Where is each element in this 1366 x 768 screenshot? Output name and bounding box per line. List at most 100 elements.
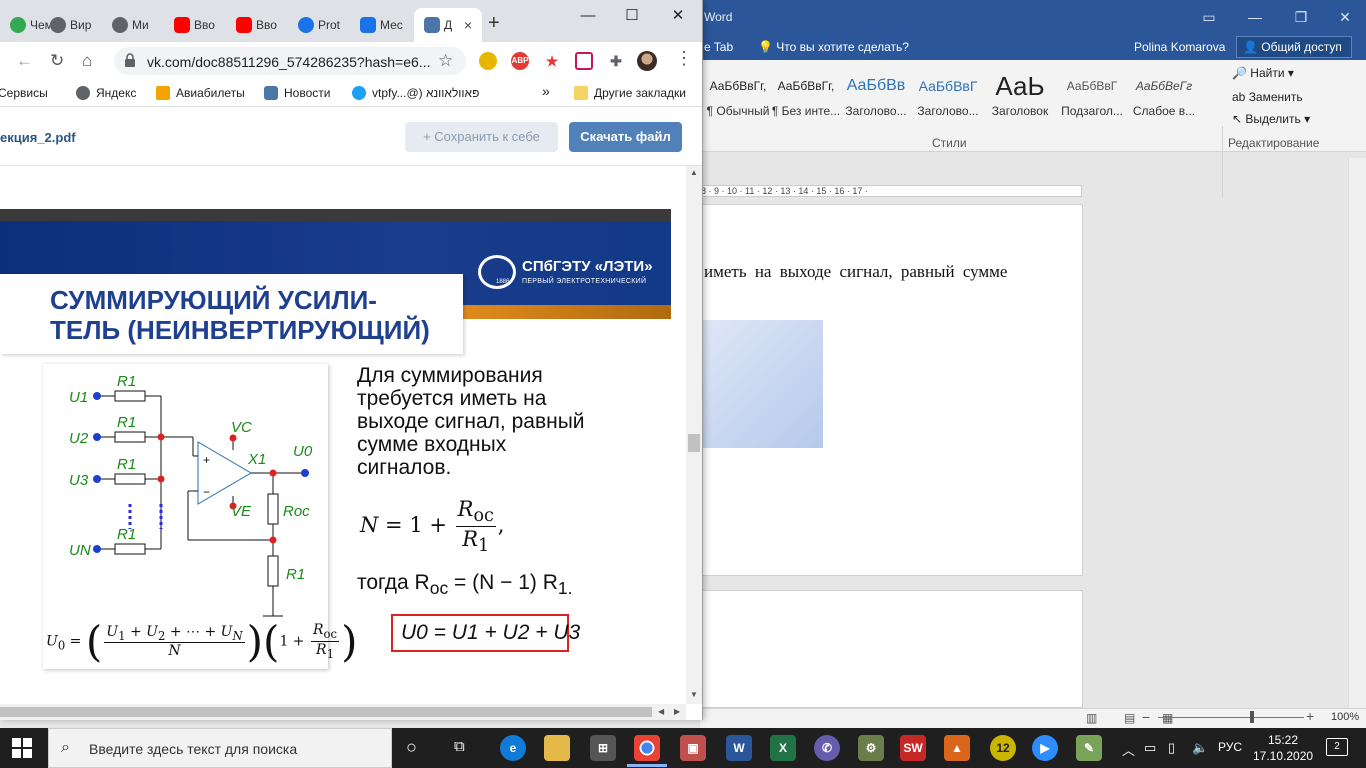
- scroll-right-icon[interactable]: ▶: [674, 707, 680, 716]
- notification-center-icon[interactable]: 2: [1326, 738, 1348, 756]
- word-document-text[interactable]: иметь на выходе сигнал, равный сумме: [704, 262, 1007, 282]
- style-tile-normal[interactable]: АаБбВвГг, ¶ Обычный: [702, 68, 774, 126]
- style-tile-subtle[interactable]: АаБбВеГг Слабое в...: [1128, 68, 1200, 126]
- browser-tab[interactable]: Вир: [40, 8, 102, 42]
- scroll-left-icon[interactable]: ◀: [658, 707, 664, 716]
- viewer-vertical-scrollbar[interactable]: ▲ ▼: [686, 166, 702, 704]
- word-restore-icon[interactable]: ❐: [1278, 6, 1324, 28]
- browser-tab[interactable]: Вво: [164, 8, 226, 42]
- bookmark-news[interactable]: Новости: [264, 86, 330, 100]
- other-bookmarks-folder[interactable]: Другие закладки: [574, 86, 686, 100]
- word-ruler[interactable]: 8 · 9 · 10 · 11 · 12 · 13 · 14 · 15 · 16…: [700, 185, 1082, 197]
- bookmark-avia[interactable]: Авиабилеты: [156, 86, 245, 100]
- app-icon[interactable]: ⚙: [858, 735, 884, 761]
- browser-tab[interactable]: Ми: [102, 8, 164, 42]
- scroll-up-icon[interactable]: ▲: [690, 168, 698, 177]
- reload-icon[interactable]: ↻: [50, 51, 64, 71]
- file-explorer-icon[interactable]: [544, 735, 570, 761]
- share-button[interactable]: 👤 Общий доступ: [1236, 36, 1352, 58]
- save-to-profile-button[interactable]: + Сохранить к себе: [405, 122, 558, 152]
- zoom-slider[interactable]: [1158, 717, 1304, 718]
- word-ribbon-tab[interactable]: e Tab: [704, 40, 733, 54]
- new-tab-button[interactable]: +: [488, 12, 500, 35]
- chrome-icon[interactable]: [634, 735, 660, 761]
- lock-icon[interactable]: [124, 53, 136, 67]
- word-user-name[interactable]: Polina Komarova: [1134, 40, 1225, 54]
- cortana-icon[interactable]: ○: [406, 737, 417, 758]
- scrollbar-thumb[interactable]: [0, 707, 652, 717]
- chrome-menu-icon[interactable]: ⋮: [675, 48, 693, 69]
- zoom-in-icon[interactable]: +: [1306, 708, 1314, 724]
- word-vertical-scrollbar[interactable]: [1348, 158, 1366, 708]
- browser-tab[interactable]: Prot: [288, 8, 350, 42]
- style-tile-heading2[interactable]: АаБбВвГ Заголово...: [912, 68, 984, 126]
- profile-avatar[interactable]: [637, 51, 657, 71]
- word-minimize-icon[interactable]: —: [1232, 6, 1278, 28]
- select-button[interactable]: ↖ Выделить ▾: [1232, 112, 1310, 126]
- url-text[interactable]: vk.com/doc88511296_574286235?hash=e6...: [147, 54, 430, 70]
- zoom-slider-thumb[interactable]: [1250, 711, 1254, 723]
- read-mode-icon[interactable]: ▥: [1086, 711, 1097, 725]
- bookmark-apps[interactable]: Сервисы: [0, 86, 48, 100]
- maximize-icon[interactable]: ☐: [610, 4, 654, 28]
- edge-icon[interactable]: e: [500, 735, 526, 761]
- excel-icon[interactable]: X: [770, 735, 796, 761]
- web-layout-icon[interactable]: ▦: [1162, 711, 1173, 725]
- bookmark-star-icon[interactable]: ☆: [438, 51, 453, 71]
- print-layout-icon[interactable]: ▤: [1124, 711, 1135, 725]
- clock[interactable]: 15:22 17.10.2020: [1253, 732, 1313, 764]
- extensions-puzzle-icon[interactable]: ✚: [607, 52, 625, 70]
- word-icon[interactable]: W: [726, 735, 752, 761]
- zoom-out-icon[interactable]: −: [1142, 709, 1150, 725]
- style-tile-subtitle[interactable]: АаБбВвГ Подзагол...: [1056, 68, 1128, 126]
- address-bar[interactable]: vk.com/doc88511296_574286235?hash=e6... …: [114, 47, 466, 75]
- windows-start-icon[interactable]: [12, 738, 32, 758]
- scroll-down-icon[interactable]: ▼: [690, 690, 698, 699]
- language-indicator[interactable]: РУС: [1218, 740, 1242, 754]
- network-icon[interactable]: ▭: [1144, 740, 1156, 756]
- word-page[interactable]: [682, 590, 1083, 708]
- volume-icon[interactable]: 🔈: [1192, 740, 1208, 756]
- browser-tab[interactable]: Мес: [350, 8, 412, 42]
- minimize-icon[interactable]: —: [566, 4, 610, 28]
- taskbar-search[interactable]: ⌕ Введите здесь текст для поиска: [48, 728, 392, 768]
- style-tile-no-spacing[interactable]: АаБбВвГг, ¶ Без инте...: [770, 68, 842, 126]
- tell-me-box[interactable]: 💡 Что вы хотите сделать?: [758, 40, 909, 54]
- task-view-icon[interactable]: ⧉: [454, 738, 465, 755]
- back-icon[interactable]: ←: [16, 51, 33, 71]
- find-button[interactable]: 🔎 Найти ▾: [1232, 66, 1294, 80]
- extension-icon[interactable]: [479, 52, 497, 70]
- paint-icon[interactable]: ✎: [1076, 735, 1102, 761]
- tab-close-icon[interactable]: ×: [464, 17, 472, 33]
- download-file-button[interactable]: Скачать файл: [569, 122, 682, 152]
- browser-tab-active[interactable]: Д ×: [414, 8, 482, 42]
- home-icon[interactable]: ⌂: [82, 51, 92, 71]
- word-close-icon[interactable]: ✕: [1322, 6, 1366, 28]
- shield-extension-icon[interactable]: [575, 52, 593, 70]
- app-icon[interactable]: ▣: [680, 735, 706, 761]
- matlab-icon[interactable]: ▲: [944, 735, 970, 761]
- viewer-horizontal-scrollbar[interactable]: ◀ ▶: [0, 704, 686, 720]
- style-tile-title[interactable]: АаЬ Заголовок: [984, 68, 1056, 126]
- word-ribbon-display-icon[interactable]: ▭: [1186, 6, 1232, 28]
- word-formula-image[interactable]: [700, 320, 823, 448]
- bookmarks-overflow-button[interactable]: »: [542, 83, 550, 99]
- solidworks-icon[interactable]: SW: [900, 735, 926, 761]
- store-icon[interactable]: ⊞: [590, 735, 616, 761]
- zoom-app-icon[interactable]: ▶: [1032, 735, 1058, 761]
- tray-chevron-icon[interactable]: ︿: [1122, 740, 1135, 759]
- scrollbar-thumb[interactable]: [688, 434, 700, 452]
- star-extension-icon[interactable]: ★: [543, 52, 561, 70]
- zoom-level[interactable]: 100%: [1331, 711, 1359, 723]
- viber-icon[interactable]: ✆: [814, 735, 840, 761]
- app-icon[interactable]: 12: [990, 735, 1016, 761]
- close-icon[interactable]: ✕: [656, 4, 700, 28]
- bookmark-yandex[interactable]: Яндекс: [76, 86, 136, 100]
- battery-icon[interactable]: ▯: [1168, 740, 1175, 756]
- browser-tab[interactable]: Вво: [226, 8, 288, 42]
- replace-button[interactable]: ab Заменить: [1232, 90, 1303, 104]
- style-tile-heading1[interactable]: АаБбВв Заголово...: [840, 68, 912, 126]
- vc-label: VC: [231, 419, 252, 436]
- adblock-icon[interactable]: ABP: [511, 52, 529, 70]
- bookmark-twitter[interactable]: vtpfy...@) פּאוולאוונא: [352, 86, 479, 100]
